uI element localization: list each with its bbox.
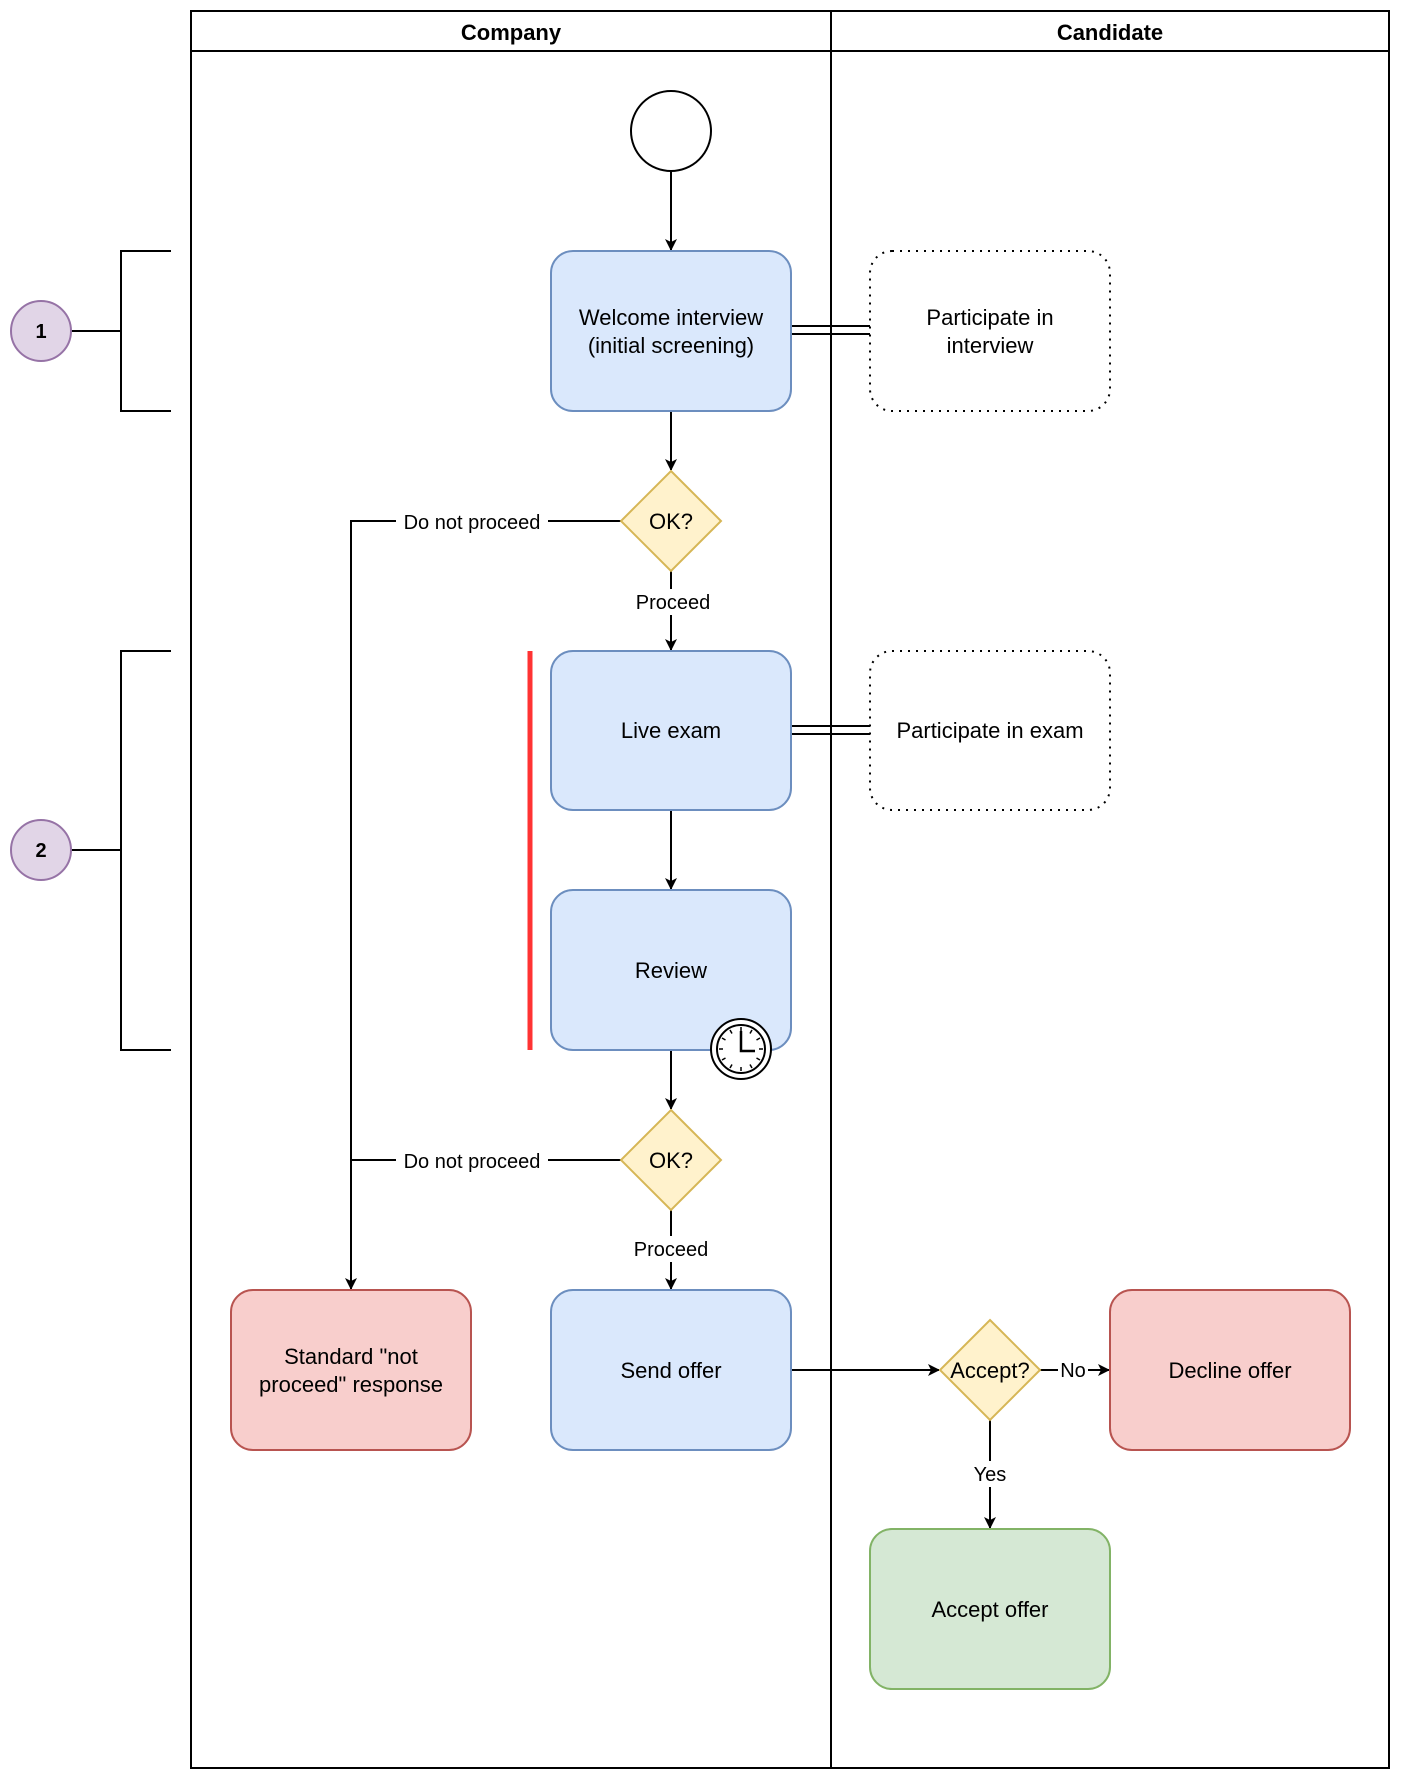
bracket-1-line (120, 250, 171, 412)
task-live-exam-label: Live exam (621, 718, 721, 743)
bracket-1: 1 (10, 250, 171, 412)
task-live-exam[interactable]: Live exam (550, 650, 792, 811)
task-not-proceed-line1: Standard "not (284, 1344, 418, 1369)
task-send-offer[interactable]: Send offer (550, 1289, 792, 1451)
clock-icon (710, 1018, 772, 1080)
badge-1-label: 1 (35, 321, 46, 343)
task-welcome-interview[interactable]: Welcome interview (initial screening) (550, 250, 792, 412)
label-proceed-2: Proceed (634, 1239, 709, 1261)
task-welcome-interview-line1: Welcome interview (579, 305, 763, 330)
decision-ok-2-label: OK? (649, 1148, 693, 1173)
badge-2-label: 2 (35, 840, 46, 862)
bracket-2: 2 (10, 650, 171, 1051)
lane-title-company: Company (461, 20, 562, 45)
decision-ok-2[interactable]: OK? (619, 1108, 723, 1212)
decision-ok-1-label: OK? (649, 509, 693, 534)
decision-accept[interactable]: Accept? (938, 1318, 1042, 1422)
task-not-proceed-response[interactable]: Standard "not proceed" response (230, 1289, 472, 1451)
decision-accept-label: Accept? (950, 1358, 1030, 1383)
task-review-label: Review (635, 958, 707, 983)
task-not-proceed-line2: proceed" response (259, 1372, 443, 1397)
task-decline-offer[interactable]: Decline offer (1109, 1289, 1351, 1451)
task-participate-interview[interactable]: Participate in interview (869, 250, 1111, 412)
task-participate-exam[interactable]: Participate in exam (869, 650, 1111, 811)
label-yes: Yes (974, 1464, 1007, 1486)
decision-ok-1[interactable]: OK? (619, 469, 723, 573)
task-decline-offer-label: Decline offer (1168, 1358, 1291, 1383)
task-accept-offer[interactable]: Accept offer (869, 1528, 1111, 1690)
task-send-offer-label: Send offer (620, 1358, 721, 1383)
task-participate-interview-line2: interview (947, 333, 1034, 358)
task-welcome-interview-line2: (initial screening) (588, 333, 754, 358)
task-accept-offer-label: Accept offer (932, 1597, 1049, 1622)
task-participate-exam-label: Participate in exam (896, 718, 1083, 743)
swimlane-diagram: Company Candidate 1 2 Do not proceed Pro… (10, 10, 1390, 1769)
label-no: No (1060, 1360, 1086, 1382)
bracket-2-line (120, 650, 171, 1051)
label-do-not-proceed-1: Do not proceed (404, 512, 541, 534)
label-proceed-1: Proceed (636, 592, 711, 614)
label-do-not-proceed-2: Do not proceed (404, 1151, 541, 1173)
start-event[interactable] (630, 90, 712, 172)
lane-title-candidate: Candidate (1057, 20, 1163, 45)
task-participate-interview-line1: Participate in (926, 305, 1053, 330)
